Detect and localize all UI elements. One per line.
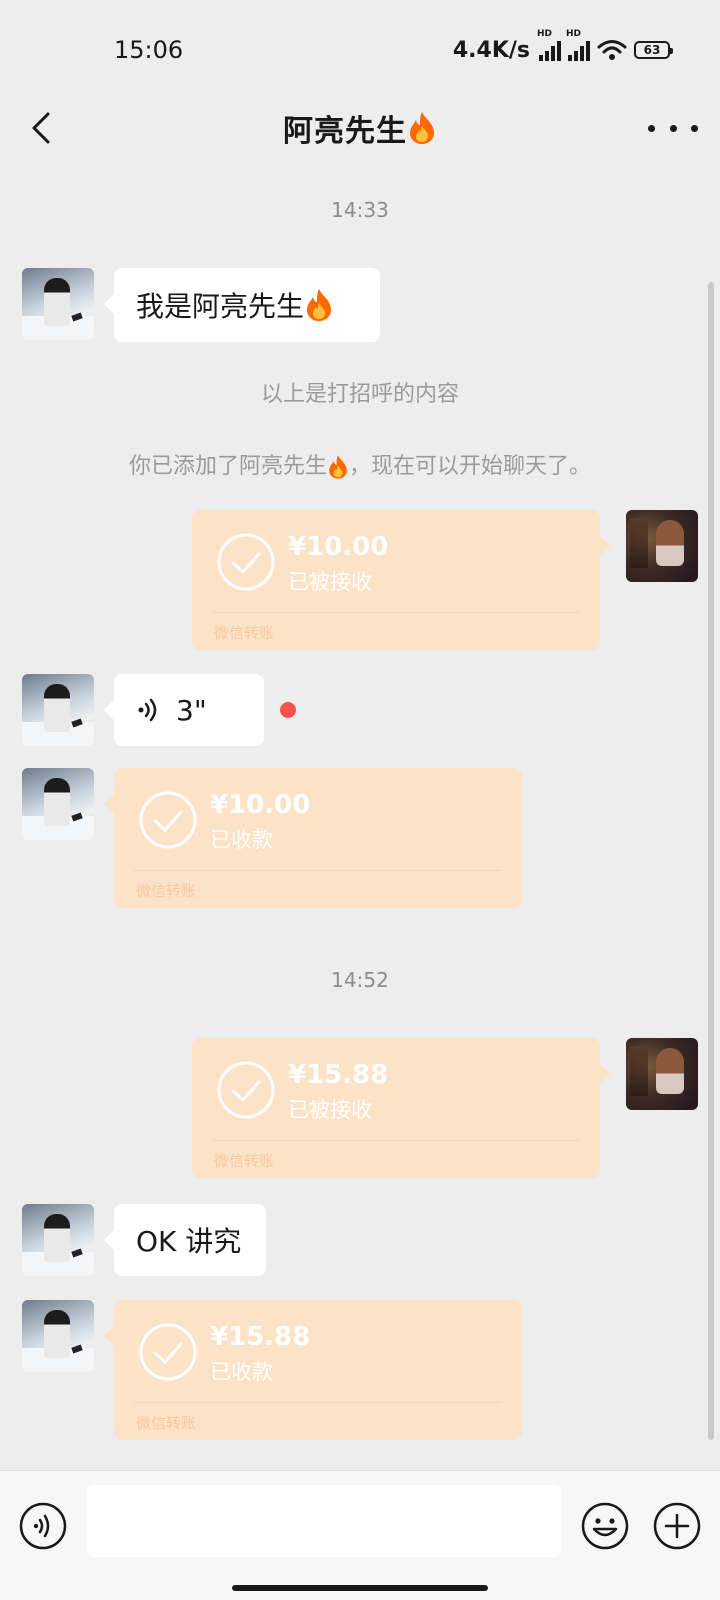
friend-avatar[interactable] [22, 268, 94, 340]
back-arrow-icon[interactable] [24, 108, 64, 148]
transfer-card[interactable]: ¥15.88 已被接收 微信转账 [192, 1038, 610, 1178]
transfer-amount: ¥15.88 [288, 1060, 389, 1090]
more-dot [691, 124, 698, 132]
divider [212, 612, 580, 613]
reply-bubble[interactable]: OK 讲究 [104, 1204, 266, 1276]
divider [134, 1402, 502, 1403]
signal-icon: HD [566, 29, 590, 61]
check-circle-icon [139, 1323, 197, 1381]
fire-icon [307, 289, 332, 321]
greeting-text: 我是阿亮先生 [136, 290, 305, 323]
friend-avatar[interactable] [22, 768, 94, 840]
check-circle-icon [139, 791, 197, 849]
signal-icon: HD [537, 29, 561, 61]
hd-badge: HD [537, 29, 553, 39]
transfer-card[interactable]: ¥10.00 已收款 微信转账 [104, 768, 522, 908]
message-timestamp: 14:33 [331, 198, 389, 222]
added-friend-note: 你已添加了阿亮先生 ，现在可以开始聊天了。 [0, 448, 720, 480]
greeting-bubble[interactable]: 我是阿亮先生 [104, 268, 380, 342]
message-timestamp: 14:52 [331, 968, 389, 992]
divider [134, 870, 502, 871]
voice-wave-icon [138, 698, 157, 722]
transfer-card[interactable]: ¥10.00 已被接收 微信转账 [192, 510, 610, 650]
status-time: 15:06 [114, 36, 184, 64]
transfer-amount: ¥10.00 [210, 790, 311, 820]
my-avatar[interactable] [626, 1038, 698, 1110]
transfer-amount: ¥15.88 [210, 1322, 311, 1352]
my-avatar[interactable] [626, 510, 698, 582]
wifi-icon [597, 40, 627, 60]
transfer-card[interactable]: ¥15.88 已收款 微信转账 [104, 1300, 522, 1440]
check-circle-icon [217, 1061, 275, 1119]
hd-badge: HD [566, 29, 582, 39]
chat-header: 阿亮先生 [0, 96, 720, 160]
chat-title-text: 阿亮先生 [283, 114, 407, 149]
input-bar [0, 1470, 720, 1600]
message-input[interactable] [87, 1485, 561, 1557]
transfer-status: 已被接收 [288, 1098, 372, 1122]
network-speed: 4.4K/s [452, 37, 530, 63]
chat-title: 阿亮先生 [283, 106, 437, 150]
battery-level: 63 [643, 43, 661, 57]
voice-message-bubble[interactable]: 3" [104, 674, 264, 746]
transfer-status: 已被接收 [288, 570, 372, 594]
voice-toggle-icon[interactable] [18, 1501, 68, 1551]
added-note-suffix: ，现在可以开始聊天了。 [349, 454, 592, 479]
plus-icon[interactable] [652, 1501, 702, 1551]
reply-text: OK 讲究 [136, 1225, 242, 1258]
battery-icon: 63 [634, 41, 673, 59]
friend-avatar[interactable] [22, 674, 94, 746]
more-dot [669, 124, 677, 132]
check-circle-icon [217, 533, 275, 591]
unread-dot [280, 702, 296, 718]
transfer-label: 微信转账 [136, 882, 197, 900]
voice-duration: 3" [176, 693, 207, 727]
fire-icon [329, 455, 347, 479]
status-indicators: 4.4K/s HD HD 63 [452, 29, 673, 63]
friend-avatar[interactable] [22, 1204, 94, 1276]
transfer-label: 微信转账 [214, 624, 275, 642]
emoji-icon[interactable] [580, 1501, 630, 1551]
more-button[interactable] [648, 108, 698, 148]
transfer-status: 已收款 [210, 828, 273, 852]
home-indicator[interactable] [232, 1585, 488, 1591]
transfer-amount: ¥10.00 [288, 532, 389, 562]
friend-avatar[interactable] [22, 1300, 94, 1372]
transfer-label: 微信转账 [214, 1152, 275, 1170]
transfer-label: 微信转账 [136, 1414, 197, 1432]
added-note-prefix: 你已添加了阿亮先生 [128, 454, 327, 479]
transfer-status: 已收款 [210, 1360, 273, 1384]
status-bar: 15:06 4.4K/s HD HD 63 [0, 0, 720, 96]
fire-icon [410, 112, 434, 144]
more-dot [648, 124, 655, 132]
divider [212, 1140, 580, 1141]
greeting-note: 以上是打招呼的内容 [260, 382, 459, 407]
